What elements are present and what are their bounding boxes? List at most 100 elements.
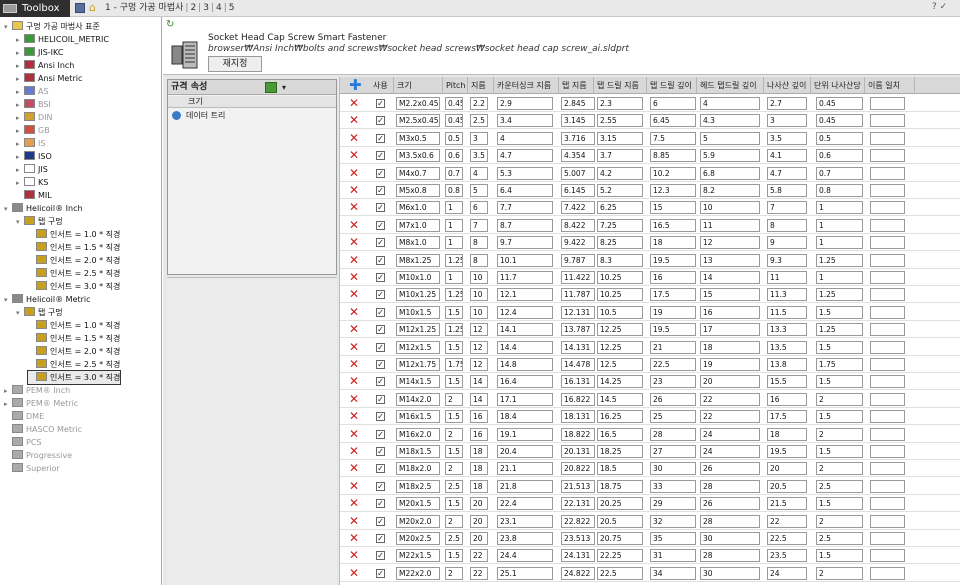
grid-cell[interactable]: 13.3: [767, 323, 807, 337]
grid-cell[interactable]: 17: [700, 323, 760, 337]
grid-cell[interactable]: 12.3: [650, 184, 696, 197]
grid-cell[interactable]: 30: [650, 462, 696, 476]
grid-cell[interactable]: [870, 358, 905, 371]
column-header[interactable]: Pitch: [443, 77, 468, 94]
grid-cell[interactable]: 14: [470, 392, 488, 406]
grid-cell[interactable]: 1: [816, 218, 863, 232]
grid-cell[interactable]: 22: [470, 549, 488, 563]
delete-row-icon[interactable]: ✕: [349, 236, 360, 248]
grid-cell[interactable]: 2.55: [597, 114, 643, 128]
expander-icon[interactable]: ▾: [4, 294, 12, 307]
delete-row-icon[interactable]: ✕: [349, 410, 360, 422]
grid-cell[interactable]: 9.787: [561, 253, 595, 267]
grid-cell[interactable]: 10: [470, 288, 488, 302]
column-header[interactable]: 단위 나사산당: [811, 77, 865, 94]
grid-cell[interactable]: 4.354: [561, 149, 595, 163]
grid-cell[interactable]: 8: [767, 218, 807, 232]
home-icon[interactable]: ⌂: [89, 2, 102, 14]
grid-cell[interactable]: 1.5: [445, 305, 463, 319]
grid-cell[interactable]: 8.2: [700, 184, 760, 197]
grid-cell[interactable]: M18x1.5: [396, 445, 440, 458]
grid-cell[interactable]: 1.5: [816, 497, 863, 511]
tree-node[interactable]: ▸ Ansi Metric: [16, 72, 82, 85]
grid-cell[interactable]: 24: [700, 427, 760, 441]
grid-cell[interactable]: M7x1.0: [396, 218, 440, 232]
grid-cell[interactable]: 2.5: [445, 532, 463, 545]
grid-cell[interactable]: 0.6: [816, 149, 863, 163]
grid-cell[interactable]: 14.4: [497, 340, 553, 354]
reset-button[interactable]: 재지정: [208, 56, 262, 72]
grid-cell[interactable]: 20: [470, 497, 488, 511]
tree-node[interactable]: ▸ HELICOIL_METRIC: [16, 33, 109, 46]
grid-cell[interactable]: 6.25: [597, 201, 643, 215]
grid-cell[interactable]: 2.5: [816, 532, 863, 545]
grid-cell[interactable]: 18: [700, 340, 760, 354]
column-header[interactable]: 사용: [370, 77, 394, 94]
grid-cell[interactable]: 5.007: [561, 166, 595, 180]
grid-cell[interactable]: 16: [470, 410, 488, 424]
grid-cell[interactable]: 4.7: [767, 166, 807, 180]
grid-cell[interactable]: 12.1: [497, 288, 553, 302]
grid-cell[interactable]: 2: [816, 427, 863, 441]
expander-icon[interactable]: ▾: [4, 203, 12, 216]
grid-cell[interactable]: 18: [470, 479, 488, 493]
grid-cell[interactable]: 1.75: [816, 358, 863, 371]
grid-cell[interactable]: M10x1.25: [396, 288, 440, 302]
grid-cell[interactable]: 5.2: [597, 184, 643, 197]
grid-cell[interactable]: 1: [816, 236, 863, 250]
grid-cell[interactable]: 0.45: [816, 97, 863, 110]
delete-row-icon[interactable]: ✕: [349, 393, 360, 405]
grid-cell[interactable]: 25.1: [497, 566, 553, 580]
use-checkbox[interactable]: ✓: [376, 116, 385, 126]
grid-cell[interactable]: 8: [470, 253, 488, 267]
grid-cell[interactable]: M12x1.25: [396, 323, 440, 337]
grid-cell[interactable]: [870, 514, 905, 528]
tree-node[interactable]: 인서트 = 3.0 * 직경: [28, 280, 120, 293]
grid-cell[interactable]: 16: [700, 305, 760, 319]
grid-cell[interactable]: 11: [700, 218, 760, 232]
grid-cell[interactable]: 18: [767, 427, 807, 441]
grid-cell[interactable]: 24.131: [561, 549, 595, 563]
tree-node[interactable]: HASCO Metric: [4, 423, 82, 436]
grid-cell[interactable]: 0.8: [445, 184, 463, 197]
delete-row-icon[interactable]: ✕: [349, 428, 360, 440]
tree-node[interactable]: ▸ DIN: [16, 111, 53, 124]
use-checkbox[interactable]: ✓: [376, 342, 385, 352]
breadcrumb-step-4[interactable]: 4: [215, 3, 223, 13]
use-checkbox[interactable]: ✓: [376, 99, 385, 108]
grid-cell[interactable]: 1.5: [445, 340, 463, 354]
grid-cell[interactable]: 3: [470, 131, 488, 145]
delete-row-icon[interactable]: ✕: [349, 288, 360, 300]
grid-cell[interactable]: M5x0.8: [396, 184, 440, 197]
delete-row-icon[interactable]: ✕: [349, 167, 360, 179]
use-checkbox[interactable]: ✓: [376, 151, 385, 161]
grid-cell[interactable]: 2.5: [470, 114, 488, 128]
tree-node[interactable]: ▸ KS: [16, 176, 48, 189]
grid-cell[interactable]: M8x1.0: [396, 236, 440, 250]
grid-cell[interactable]: 1.5: [816, 340, 863, 354]
grid-cell[interactable]: 10.25: [597, 271, 643, 284]
grid-cell[interactable]: 4: [470, 166, 488, 180]
grid-cell[interactable]: 8: [470, 236, 488, 250]
grid-cell[interactable]: 24.822: [561, 566, 595, 580]
use-checkbox[interactable]: ✓: [376, 325, 385, 335]
tree-node[interactable]: 인서트 = 3.0 * 직경: [26, 370, 122, 385]
grid-cell[interactable]: 2.5: [816, 479, 863, 493]
grid-cell[interactable]: 14.131: [561, 340, 595, 354]
grid-cell[interactable]: 4.2: [597, 166, 643, 180]
column-header[interactable]: 지름: [468, 77, 494, 94]
grid-cell[interactable]: 12: [470, 340, 488, 354]
tree-node[interactable]: ▸ JIS: [16, 163, 48, 176]
grid-cell[interactable]: 6.145: [561, 184, 595, 197]
grid-cell[interactable]: [870, 236, 905, 250]
grid-cell[interactable]: [870, 271, 905, 284]
grid-cell[interactable]: 19.5: [650, 253, 696, 267]
tree-node[interactable]: 인서트 = 1.0 * 직경: [28, 228, 120, 241]
size-property[interactable]: 크기: [168, 96, 336, 108]
grid-cell[interactable]: M16x2.0: [396, 427, 440, 441]
grid-cell[interactable]: 2.9: [497, 97, 553, 110]
column-header[interactable]: 카운터싱크 지름: [494, 77, 559, 94]
grid-cell[interactable]: 3.7: [597, 149, 643, 163]
delete-row-icon[interactable]: ✕: [349, 306, 360, 318]
grid-cell[interactable]: 10.5: [597, 305, 643, 319]
